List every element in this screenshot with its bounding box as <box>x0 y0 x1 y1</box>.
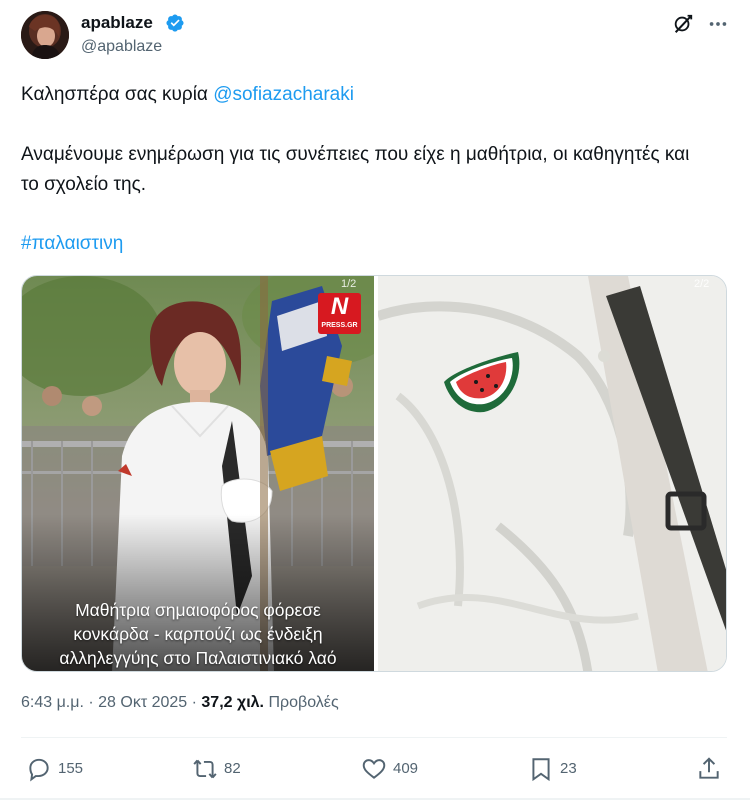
views-label: Προβολές <box>268 694 339 711</box>
author-handle[interactable]: @apablaze <box>81 38 162 56</box>
image-caption: Μαθήτρια σημαιοφόρος φόρεσε κονκάρδα - κ… <box>22 598 374 670</box>
image-counter: 1/2 <box>341 278 357 290</box>
tweet-date[interactable]: 28 Οκτ 2025 <box>98 694 187 711</box>
like-count: 409 <box>393 760 419 777</box>
press-gr-logo: N PRESS.GR <box>318 293 361 334</box>
caption-line: αλληλεγγύης στο Παλαιστινιακό λαό <box>59 648 337 668</box>
more-icon[interactable] <box>707 13 729 35</box>
reply-icon <box>29 758 49 782</box>
retweet-count: 82 <box>224 760 241 777</box>
caption-line: Μαθήτρια σημαιοφόρος φόρεσε <box>75 600 321 620</box>
bookmark-count: 23 <box>560 760 577 777</box>
verified-badge-icon <box>165 13 185 33</box>
tweet-meta: 6:43 μ.μ. · 28 Οκτ 2025 · 37,2 χιλ. Προβ… <box>21 694 339 711</box>
media-image-1[interactable]: N PRESS.GR 1/2 Μαθήτρια σημαιοφόρος φόρε… <box>22 276 374 671</box>
mention-link[interactable]: @sofiazacharaki <box>213 84 354 105</box>
views-count: 37,2 χιλ. <box>201 694 264 711</box>
grok-icon[interactable] <box>672 13 694 35</box>
tweet-line-1: Καλησπέρα σας κυρία @sofiazacharaki <box>21 80 354 110</box>
media-image-2[interactable]: 2/2 <box>378 276 726 671</box>
press-logo-text: PRESS.GR <box>321 322 358 329</box>
caption-line: κονκάρδα - καρπούζι ως ένδειξη <box>73 624 323 644</box>
divider <box>21 737 727 738</box>
avatar[interactable] <box>21 11 69 59</box>
reply-count: 155 <box>58 760 84 777</box>
share-icon <box>699 757 719 779</box>
retweet-icon <box>193 759 217 779</box>
hashtag-link[interactable]: #παλαιστινη <box>21 229 123 259</box>
heart-icon <box>362 759 386 779</box>
tweet-paragraph-2: Αναμένουμε ενημέρωση για τις συνέπειες π… <box>21 144 690 195</box>
tweet-card: apablaze @apablaze Καλησπέρα σας κυρία @… <box>0 0 750 800</box>
author-name[interactable]: apablaze <box>81 13 153 33</box>
press-logo-letter: N <box>330 293 349 320</box>
image-counter: 2/2 <box>694 278 710 290</box>
bookmark-icon <box>532 758 550 782</box>
tweet-greeting: Καλησπέρα σας κυρία <box>21 84 214 105</box>
tweet-time[interactable]: 6:43 μ.μ. <box>21 694 84 711</box>
media-grid: N PRESS.GR 1/2 Μαθήτρια σημαιοφόρος φόρε… <box>21 275 727 672</box>
